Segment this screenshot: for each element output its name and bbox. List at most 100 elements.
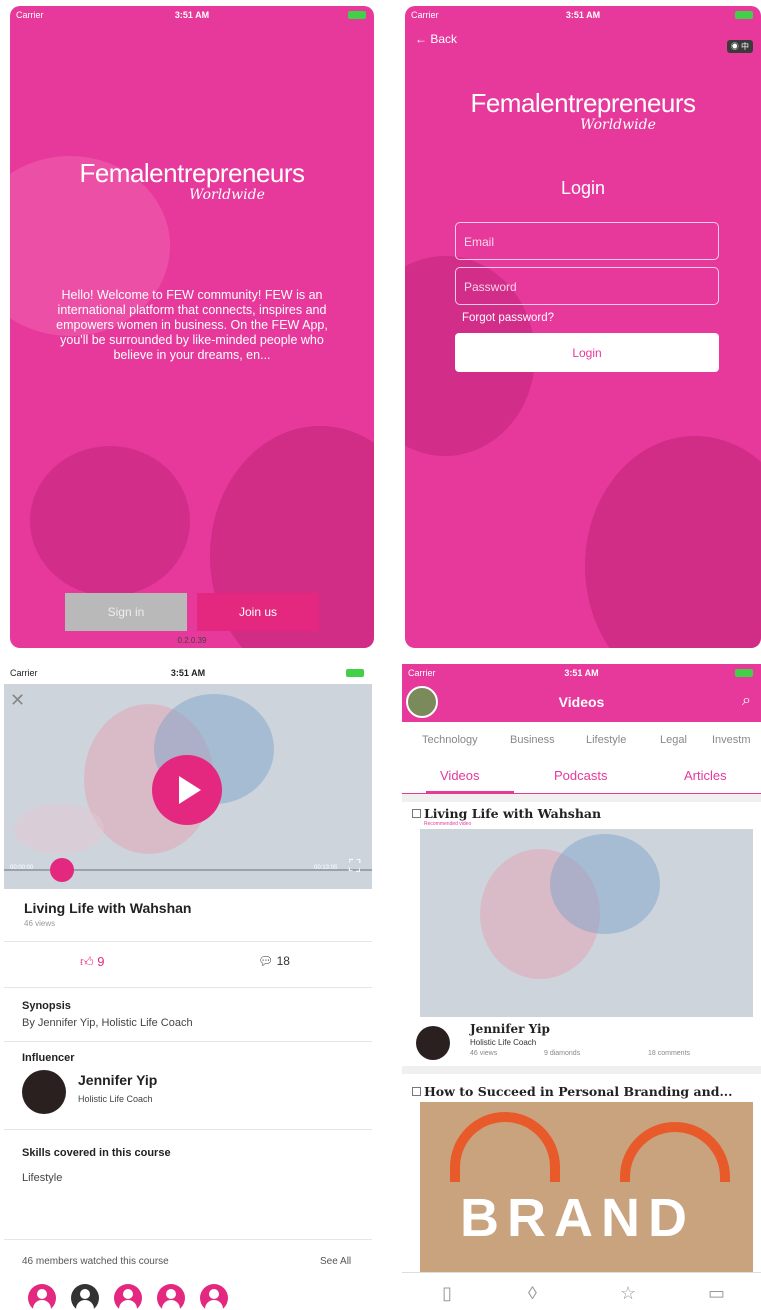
content-tabs: Videos Podcasts Articles [402, 764, 761, 794]
category-lifestyle[interactable]: Lifestyle [586, 734, 626, 746]
join-us-button[interactable]: Join us [197, 593, 319, 631]
background-blur [30, 446, 190, 596]
skills-label: Skills covered in this course [22, 1147, 171, 1159]
app-logo: Femalentrepreneurs Worldwide [405, 88, 761, 133]
influencer-label: Influencer [22, 1052, 75, 1064]
password-field[interactable]: Password [455, 267, 719, 305]
comment-count: 18 [276, 954, 290, 968]
battery-icon [346, 669, 364, 677]
battery-icon [735, 11, 753, 19]
status-time: 3:51 AM [564, 668, 599, 678]
tab-podcasts[interactable]: Podcasts [554, 768, 607, 783]
engagement-row: 👍︎ 9 💬︎ 18 [4, 942, 372, 988]
sign-in-button[interactable]: Sign in [65, 593, 187, 631]
synopsis-label: Synopsis [22, 1000, 71, 1012]
card-views: 46 views [470, 1050, 498, 1057]
status-bar: Carrier 3:51 AM [405, 6, 761, 26]
video-type-icon [412, 809, 421, 818]
background-blur [585, 436, 761, 648]
book-icon[interactable]: ▯ [442, 1283, 452, 1304]
globe-icon: ◉ [730, 42, 739, 51]
monitor-icon[interactable]: ▭ [708, 1283, 725, 1304]
member-avatar[interactable] [157, 1284, 185, 1310]
status-bar: Carrier 3:51 AM [4, 664, 372, 684]
search-icon[interactable]: ⌕ [742, 692, 751, 710]
course-title: Living Life with Wahshan [24, 900, 192, 916]
artwork-shape [550, 834, 660, 934]
app-logo: Femalentrepreneurs Worldwide [10, 158, 374, 203]
members-count: 46 members watched this course [22, 1256, 169, 1267]
status-bar: Carrier 3:51 AM [10, 6, 374, 26]
influencer-name[interactable]: Jennifer Yip [78, 1072, 157, 1088]
skills-section: Skills covered in this course Lifestyle [4, 1130, 372, 1240]
login-button[interactable]: Login [455, 333, 719, 372]
welcome-screen: Carrier 3:51 AM Femalentrepreneurs World… [10, 6, 374, 648]
play-button[interactable] [152, 755, 222, 825]
artwork-shape [450, 1112, 560, 1182]
drop-icon[interactable]: ◊ [528, 1283, 537, 1304]
welcome-text: Hello! Welcome to FEW community! FEW is … [56, 288, 328, 362]
forgot-password-link[interactable]: Forgot password? [462, 312, 554, 324]
bottom-tab-bar: ▯ ◊ ☆ ▭ [402, 1272, 761, 1310]
tab-videos[interactable]: Videos [440, 768, 480, 783]
synopsis-section: Synopsis By Jennifer Yip, Holistic Life … [4, 988, 372, 1042]
elapsed-time: 00:00:00 [10, 865, 34, 871]
see-all-link[interactable]: See All [320, 1256, 351, 1267]
status-time: 3:51 AM [170, 668, 206, 678]
language-label: 中 [741, 42, 749, 51]
course-header: Living Life with Wahshan 46 views [4, 892, 372, 942]
video-type-icon [412, 1087, 421, 1096]
star-icon[interactable]: ☆ [620, 1283, 636, 1304]
status-bar: Carrier 3:51 AM [402, 664, 761, 684]
fullscreen-icon[interactable]: ⛶ [349, 858, 360, 876]
status-time: 3:51 AM [565, 10, 601, 20]
member-avatar[interactable] [71, 1284, 99, 1310]
category-investment[interactable]: Investm [712, 734, 751, 746]
author-name[interactable]: Jennifer Yip [470, 1022, 550, 1036]
back-label: Back [430, 32, 458, 46]
back-button[interactable]: ← Back [415, 32, 457, 46]
language-toggle[interactable]: ◉ 中 [726, 40, 753, 53]
divider [402, 1066, 761, 1074]
skill-item: Lifestyle [22, 1172, 63, 1184]
logo-line1: Femalentrepreneurs [470, 88, 696, 118]
tab-articles[interactable]: Articles [684, 768, 727, 783]
influencer-section: Influencer Jennifer Yip Holistic Life Co… [4, 1042, 372, 1130]
video-player[interactable]: ✕ 00:00:00 00:13:05 ⛶ [4, 684, 372, 889]
course-detail-screen: Carrier 3:51 AM ✕ 00:00:00 00:13:05 ⛶ Li… [4, 664, 372, 1310]
card-diamonds: 9 diamonds [544, 1050, 581, 1057]
battery-icon [735, 669, 753, 677]
close-icon[interactable]: ✕ [10, 690, 25, 711]
category-technology[interactable]: Technology [422, 734, 478, 746]
status-time: 3:51 AM [174, 10, 210, 20]
member-avatar[interactable] [114, 1284, 142, 1310]
comment-icon: 💬︎ [258, 954, 274, 968]
member-avatar[interactable] [200, 1284, 228, 1310]
author-role: Holistic Life Coach [470, 1038, 537, 1047]
logo-line1: Femalentrepreneurs [79, 158, 305, 188]
category-bar: Technology Business Lifestyle Legal Inve… [402, 734, 761, 754]
card-title[interactable]: How to Succeed in Personal Branding and.… [424, 1084, 733, 1099]
category-legal[interactable]: Legal [660, 734, 687, 746]
comment-button[interactable]: 💬︎ 18 [258, 954, 290, 968]
artwork-shape [620, 1122, 730, 1182]
card-title[interactable]: Living Life with Wahshan [424, 806, 601, 821]
logo-line2: Worldwide [189, 187, 265, 203]
member-avatar[interactable] [28, 1284, 56, 1310]
article-thumbnail[interactable]: BRAND [420, 1102, 753, 1272]
influencer-role: Holistic Life Coach [78, 1094, 153, 1104]
card-comments: 18 comments [648, 1050, 691, 1057]
divider [402, 794, 761, 802]
video-thumbnail[interactable] [420, 829, 753, 1017]
progress-handle[interactable] [50, 858, 74, 882]
version-label: 0.2.0.39 [177, 636, 207, 645]
email-field[interactable]: Email [455, 222, 719, 260]
influencer-avatar[interactable] [22, 1070, 66, 1114]
like-button[interactable]: 👍︎ 9 [80, 954, 104, 970]
battery-icon [348, 11, 366, 19]
login-screen: Carrier 3:51 AM ← Back ◉ 中 Femalentrepre… [405, 6, 761, 648]
author-avatar[interactable] [416, 1026, 450, 1060]
card-tag: Recommended video [424, 821, 472, 827]
logo-line2: Worldwide [580, 117, 656, 133]
category-business[interactable]: Business [510, 734, 555, 746]
